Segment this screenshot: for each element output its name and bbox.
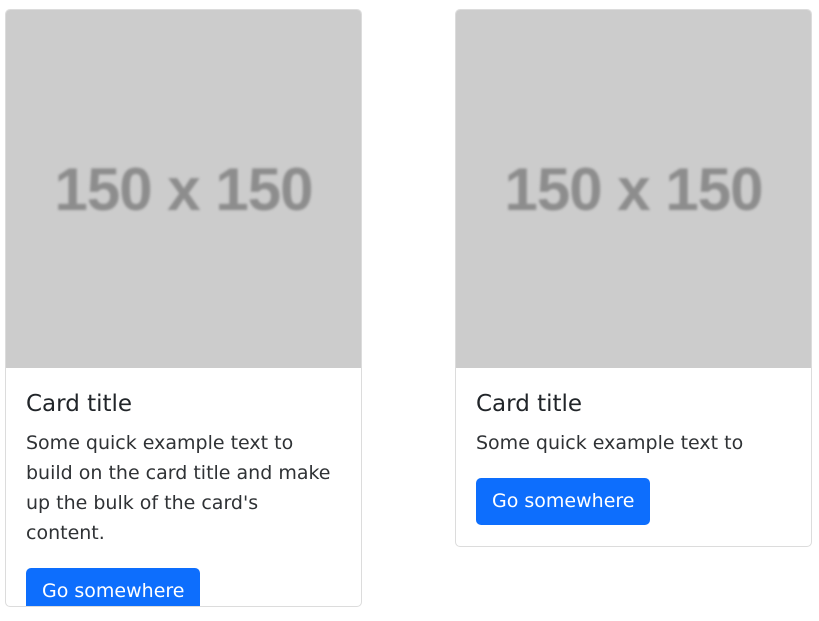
- card: 150 x 150 Card title Some quick example …: [5, 9, 362, 607]
- card-text: Some quick example text to: [476, 432, 744, 454]
- card: 150 x 150 Card title Some quick example …: [455, 9, 812, 547]
- card-image-label: 150 x 150: [504, 155, 764, 223]
- card-title: Card title: [26, 391, 133, 417]
- card-title: Card title: [476, 391, 583, 417]
- go-somewhere-button[interactable]: Go somewhere: [26, 568, 201, 606]
- card-body: Card title Some quick example text to Go…: [456, 368, 811, 525]
- go-somewhere-button[interactable]: Go somewhere: [476, 478, 651, 525]
- card-body: Card title Some quick example text to bu…: [6, 368, 361, 606]
- card-list: 150 x 150 Card title Some quick example …: [0, 0, 819, 621]
- card-text: Some quick example text to build on the …: [26, 432, 331, 544]
- card-image-placeholder: 150 x 150: [456, 10, 811, 368]
- card-image-label: 150 x 150: [54, 155, 314, 223]
- card-image-placeholder: 150 x 150: [6, 10, 361, 368]
